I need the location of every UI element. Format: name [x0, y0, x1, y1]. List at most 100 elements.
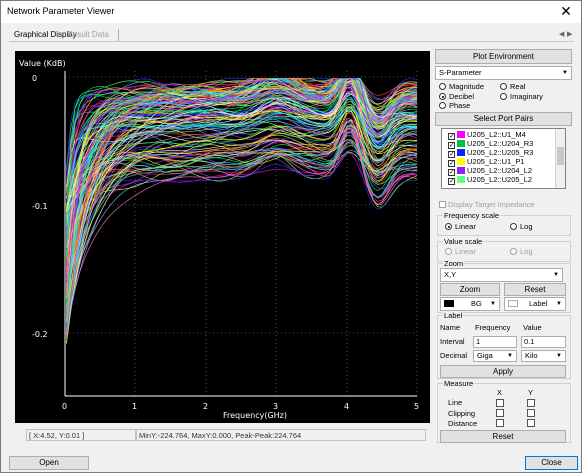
- x-tick-label: 0: [62, 402, 67, 411]
- radio-real[interactable]: Real: [500, 82, 525, 92]
- radio-value-linear[interactable]: Linear: [445, 247, 476, 257]
- measure-reset-button[interactable]: Reset: [440, 430, 566, 443]
- list-item[interactable]: ✓ U205_L2::U204_L2: [448, 166, 532, 176]
- x-tick-label: 5: [414, 402, 419, 411]
- color-swatch: [457, 167, 465, 174]
- checkbox-checked-icon: ✓: [448, 178, 455, 185]
- tab-result-data[interactable]: Result Data: [67, 28, 109, 42]
- list-item[interactable]: ✓ U205_L2::U205_R3: [448, 148, 533, 158]
- label-title: Label: [443, 311, 464, 320]
- chevron-down-icon: ▼: [556, 301, 562, 307]
- decimal-frequency-value: Giga: [477, 351, 493, 360]
- measure-line-x-checkbox[interactable]: [496, 399, 504, 407]
- list-item[interactable]: ✓ U205_L2::U205_L2: [448, 175, 532, 185]
- measure-clipping-y-checkbox[interactable]: [527, 409, 535, 417]
- zoom-axis-value: X,Y: [444, 270, 457, 279]
- close-window-icon[interactable]: ✕: [558, 2, 574, 20]
- x-tick-label: 4: [344, 402, 349, 411]
- tab-strip: Graphical Display Result Data ◀ ▶: [9, 28, 574, 42]
- port-pairs-list[interactable]: ✓ U205_L2::U1_M4 ✓ U205_L2::U204_R3 ✓ U205_…: [441, 128, 566, 189]
- measure-distance-x-checkbox[interactable]: [496, 419, 504, 427]
- zoom-title: Zoom: [443, 259, 465, 268]
- tab-scroll-right-icon[interactable]: ▶: [567, 28, 572, 42]
- plot-environment-button[interactable]: Plot Environment: [435, 49, 572, 64]
- display-target-impedance-checkbox[interactable]: Display Target Impedance: [439, 200, 535, 210]
- y-tick-label: -0.1: [32, 202, 48, 211]
- label-color-select[interactable]: Label ▼: [504, 297, 566, 311]
- window-title: Network Parameter Viewer: [7, 6, 115, 16]
- decimal-value-value: Kilo: [525, 351, 538, 360]
- parameter-select[interactable]: S-Parameter ▼: [435, 66, 572, 80]
- radio-icon: [500, 83, 507, 90]
- zoom-button[interactable]: Zoom: [440, 283, 500, 296]
- x-tick-label: 3: [273, 402, 278, 411]
- frequency-scale-title: Frequency scale: [443, 211, 501, 220]
- title-bar: Network Parameter Viewer ✕: [1, 1, 581, 23]
- measure-clipping-label: Clipping: [448, 409, 476, 418]
- radio-magnitude[interactable]: Magnitude: [439, 82, 484, 92]
- radio-icon: [500, 93, 507, 100]
- y-axis-label: Value (KdB): [19, 59, 66, 68]
- y-tick-label: -0.2: [32, 330, 48, 339]
- color-swatch: [457, 131, 465, 138]
- color-swatch: [457, 149, 465, 156]
- radio-phase[interactable]: Phase: [439, 101, 470, 111]
- list-scrollbar[interactable]: [555, 129, 565, 188]
- tab-scroll-left-icon[interactable]: ◀: [559, 28, 564, 42]
- interval-frequency-input[interactable]: 1: [473, 336, 517, 348]
- measure-title: Measure: [443, 379, 475, 388]
- plot-canvas[interactable]: Value (KdB) Frequency(GHz) 0 -0.1 -0.2 0…: [15, 51, 430, 423]
- scrollbar-thumb[interactable]: [557, 147, 564, 165]
- radio-selected-icon: [439, 93, 446, 100]
- decimal-frequency-select[interactable]: Giga ▼: [473, 350, 517, 362]
- x-axis-label: Frequency(GHz): [223, 411, 287, 420]
- list-item[interactable]: ✓ U205_L2::U1_M4: [448, 130, 526, 140]
- select-port-pairs-button[interactable]: Select Port Pairs: [435, 112, 572, 126]
- tab-divider: [118, 29, 119, 41]
- y-tick-label: 0: [32, 74, 37, 83]
- measure-line-label: Line: [448, 398, 463, 407]
- checkbox-icon: [439, 201, 446, 208]
- bg-label: BG: [471, 299, 482, 308]
- chevron-down-icon: ▼: [562, 70, 568, 76]
- interval-value-input[interactable]: 0.1: [521, 336, 566, 348]
- x-tick-label: 2: [203, 402, 208, 411]
- chevron-down-icon: ▼: [490, 301, 496, 307]
- x-tick-label: 1: [132, 402, 137, 411]
- zoom-reset-button[interactable]: Reset: [504, 283, 566, 296]
- stats-readout: MinY:-224.764, MaxY:0.000, Peak-Peak:224…: [136, 429, 426, 441]
- measure-col-y: Y: [528, 388, 534, 397]
- plot-area[interactable]: Value (KdB) Frequency(GHz) 0 -0.1 -0.2 0…: [15, 51, 430, 423]
- radio-icon: [439, 102, 446, 109]
- label-label: Label: [529, 299, 548, 308]
- col-name: Name: [440, 323, 461, 332]
- zoom-axis-select[interactable]: X,Y ▼: [440, 268, 563, 282]
- radio-icon: [510, 223, 517, 230]
- measure-distance-y-checkbox[interactable]: [527, 419, 535, 427]
- radio-value-log[interactable]: Log: [510, 247, 533, 257]
- radio-selected-icon: [445, 223, 452, 230]
- bg-color-select[interactable]: BG ▼: [440, 297, 500, 311]
- list-item[interactable]: ✓ U205_L2::U1_P1: [448, 157, 525, 167]
- measure-line-y-checkbox[interactable]: [527, 399, 535, 407]
- measure-col-x: X: [497, 388, 503, 397]
- chevron-down-icon: ▼: [507, 353, 513, 359]
- radio-frequency-log[interactable]: Log: [510, 222, 533, 232]
- radio-imaginary[interactable]: Imaginary: [500, 92, 543, 102]
- cursor-readout: [ X:4.52, Y:0.01 ]: [26, 429, 136, 441]
- value-scale-title: Value scale: [443, 237, 484, 246]
- close-button[interactable]: Close: [525, 456, 578, 470]
- measure-clipping-x-checkbox[interactable]: [496, 409, 504, 417]
- radio-frequency-linear[interactable]: Linear: [445, 222, 476, 232]
- measure-distance-label: Distance: [448, 419, 478, 428]
- radio-icon: [445, 248, 452, 255]
- bg-color-swatch: [444, 300, 454, 307]
- label-color-swatch: [508, 300, 518, 307]
- col-value: Value: [523, 323, 542, 332]
- plot-curves: [66, 77, 418, 344]
- open-button[interactable]: Open: [9, 456, 89, 470]
- list-item[interactable]: ✓ U205_L2::U204_R3: [448, 139, 533, 149]
- color-swatch: [457, 158, 465, 165]
- decimal-value-select[interactable]: Kilo ▼: [521, 350, 566, 362]
- apply-button[interactable]: Apply: [440, 365, 566, 378]
